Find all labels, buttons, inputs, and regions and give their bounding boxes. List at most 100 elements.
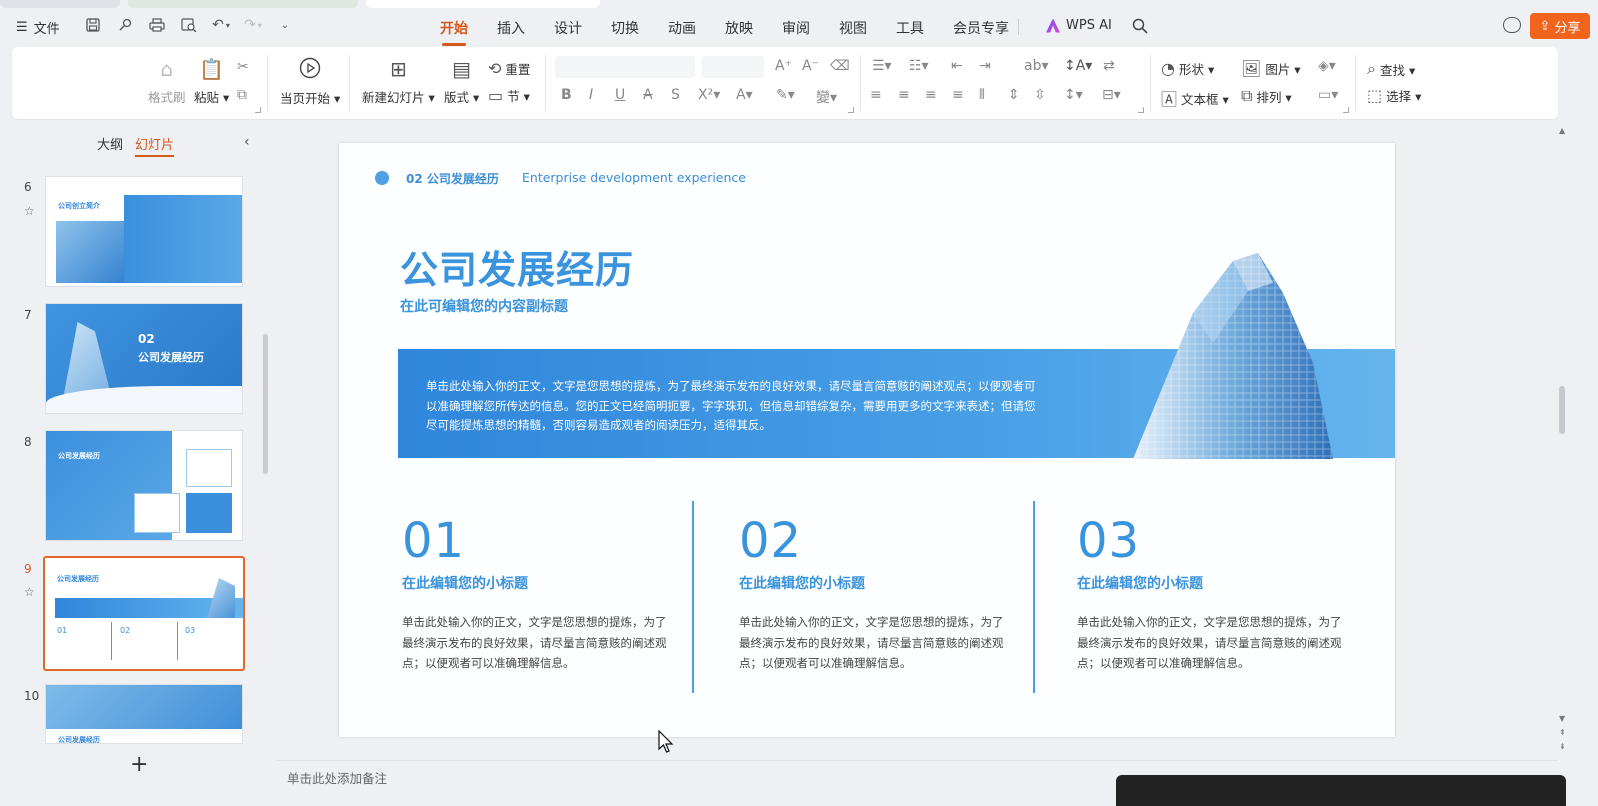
tab-tools[interactable]: 工具 (896, 18, 924, 44)
distributed-icon[interactable]: ⫴ (979, 87, 985, 103)
decrease-indent-icon[interactable]: ⇤ (951, 58, 963, 74)
tab-insert[interactable]: 插入 (497, 18, 525, 44)
slide-thumbnail-6[interactable]: 公司创立简介 (45, 176, 243, 287)
slide-title[interactable]: 公司发展经历 (400, 239, 634, 294)
tab-view[interactable]: 视图 (839, 18, 867, 44)
font-size-select[interactable] (702, 56, 764, 78)
tab-animations[interactable]: 动画 (668, 18, 696, 44)
font-family-select[interactable] (555, 56, 695, 78)
add-slide-button[interactable]: + (130, 752, 148, 777)
tab-design[interactable]: 设计 (554, 18, 582, 44)
clipboard-group-launcher-icon[interactable] (255, 107, 261, 113)
slide-subtitle[interactable]: 在此可编辑您的内容副标题 (400, 296, 568, 316)
redo-icon[interactable]: ↷ ▾ (244, 16, 262, 34)
slide-thumbnail-9-current[interactable]: 公司发展经历 01 02 03 (43, 556, 245, 671)
column-1[interactable]: 01 在此编辑您的小标题 单击此处输入你的正文，文字是您思想的提炼，为了最终演示… (402, 513, 672, 674)
tab-review[interactable]: 审阅 (782, 18, 810, 44)
paste-button[interactable]: 📋 粘贴 ▾ (194, 57, 229, 106)
font-color-icon[interactable]: A▾ (736, 87, 753, 103)
star-icon[interactable]: ☆ (24, 204, 35, 218)
paragraph-group-launcher-icon[interactable] (1138, 107, 1144, 113)
underline-icon[interactable]: U (615, 87, 625, 103)
decrease-font-icon[interactable]: A⁻ (802, 58, 819, 74)
print-preview-icon[interactable] (180, 16, 198, 34)
format-painter-quick-icon[interactable] (116, 16, 134, 34)
section-english-label[interactable]: Enterprise development experience (522, 170, 746, 185)
font-group-launcher-icon[interactable] (848, 107, 854, 113)
copy-icon[interactable]: ⧉ (237, 87, 247, 103)
section-button[interactable]: ▭ 节 ▾ (488, 86, 530, 105)
cut-icon[interactable]: ✂ (237, 59, 249, 75)
tab-slides[interactable]: 幻灯片 (135, 134, 175, 157)
text-align-vertical-icon[interactable]: ↕A▾ (1064, 58, 1092, 74)
tab-home[interactable]: 开始 (440, 18, 468, 46)
vertical-scrollbar-thumb[interactable] (1559, 386, 1565, 434)
arrange-button[interactable]: ⧉ 排列 ▾ (1241, 86, 1292, 106)
strikethrough-icon[interactable]: A (643, 87, 653, 103)
text-direction-icon[interactable]: ab▾ (1024, 58, 1049, 74)
tab-transitions[interactable]: 切换 (611, 18, 639, 44)
scroll-up-icon[interactable]: ▲ (1559, 126, 1565, 135)
column-2[interactable]: 02 在此编辑您的小标题 单击此处输入你的正文，文字是您思想的提炼，为了最终演示… (739, 513, 1009, 674)
tab-slideshow[interactable]: 放映 (725, 18, 753, 44)
highlight-icon[interactable]: ✎▾ (776, 87, 795, 103)
slide-thumbnail-7[interactable]: 02 公司发展经历 (45, 303, 243, 414)
wps-ai-button[interactable]: WPS AI (1046, 18, 1112, 33)
italic-icon[interactable]: I (589, 87, 593, 103)
collapse-panel-icon[interactable]: ‹ (244, 134, 250, 150)
share-button[interactable]: ⇪ 分享 (1530, 13, 1590, 39)
justify-icon[interactable]: ≡ (952, 87, 964, 103)
bold-icon[interactable]: B (561, 87, 572, 103)
align-left-icon[interactable]: ≡ (870, 87, 882, 103)
align-right-icon[interactable]: ≡ (925, 87, 937, 103)
print-icon[interactable] (148, 16, 166, 34)
new-slide-button[interactable]: ⊞ 新建幻灯片 ▾ (362, 57, 435, 106)
shape-button[interactable]: ◔ 形状 ▾ (1161, 59, 1214, 78)
shadow-icon[interactable]: S (671, 87, 680, 103)
numbering-icon[interactable]: ☷▾ (909, 58, 929, 74)
fill-icon[interactable]: ◈▾ (1318, 58, 1336, 74)
increase-font-icon[interactable]: A⁺ (775, 58, 792, 74)
select-button[interactable]: ⬚ 选择 ▾ (1367, 86, 1421, 105)
convert-smartart-icon[interactable]: ⇄ (1103, 58, 1115, 74)
banner-body-text[interactable]: 单击此处输入你的正文，文字是您思想的提炼，为了最终演示发布的良好效果，请尽量言简… (426, 377, 1046, 436)
outline-icon[interactable]: ▭▾ (1318, 87, 1338, 103)
customize-toolbar-icon[interactable]: ⌄ (276, 16, 294, 34)
bullets-icon[interactable]: ☰▾ (872, 58, 892, 74)
section-label[interactable]: 02 公司发展经历 (406, 170, 499, 187)
notes-placeholder[interactable]: 单击此处添加备注 (287, 768, 387, 787)
panel-scrollbar[interactable] (263, 334, 268, 474)
file-menu[interactable]: ☰ 文件 (16, 18, 60, 37)
drawing-group-launcher-icon[interactable] (1343, 107, 1349, 113)
textbox-button[interactable]: 🄰 文本框 ▾ (1161, 86, 1229, 110)
skyscraper-image[interactable] (1083, 253, 1395, 459)
text-box-align-icon[interactable]: ⊟▾ (1102, 87, 1121, 103)
align-center-icon[interactable]: ≡ (898, 87, 910, 103)
doc-tab[interactable] (0, 0, 120, 8)
superscript-icon[interactable]: X²▾ (698, 87, 720, 103)
slide-thumbnail-8[interactable]: 公司发展经历 (45, 430, 243, 541)
columns-icon[interactable]: ↕▾ (1064, 87, 1083, 103)
character-spacing-icon[interactable]: 變▾ (816, 87, 837, 107)
save-icon[interactable] (84, 16, 102, 34)
search-icon[interactable] (1132, 18, 1148, 38)
paragraph-spacing-icon[interactable]: ⇳ (1034, 87, 1046, 103)
reset-button[interactable]: ⟲ 重置 (488, 59, 530, 78)
find-button[interactable]: ⌕ 查找 ▾ (1367, 59, 1415, 79)
play-from-current-button[interactable]: 当页开始 ▾ (280, 57, 340, 107)
increase-indent-icon[interactable]: ⇥ (979, 58, 991, 74)
format-painter-button[interactable]: ⌂ 格式刷 (148, 57, 186, 106)
layout-button[interactable]: ▤ 版式 ▾ (444, 57, 479, 106)
column-3[interactable]: 03 在此编辑您的小标题 单击此处输入你的正文，文字是您思想的提炼，为了最终演示… (1077, 513, 1347, 674)
tab-member[interactable]: 会员专享 (953, 18, 1009, 44)
doc-tab-active[interactable] (366, 0, 600, 8)
picture-button[interactable]: 🖼 图片 ▾ (1241, 59, 1301, 78)
line-spacing-icon[interactable]: ⇕ (1008, 87, 1020, 103)
slide-thumbnail-10[interactable]: 公司发展经历 (45, 684, 243, 744)
undo-icon[interactable]: ↶ ▾ (212, 16, 230, 34)
chat-icon[interactable] (1503, 17, 1521, 33)
star-icon[interactable]: ☆ (24, 585, 35, 599)
scroll-down-icon[interactable]: ▼ ⇞ ⇟ (1559, 712, 1566, 754)
clear-format-icon[interactable]: ⌫ (830, 58, 850, 74)
doc-tab[interactable] (128, 0, 358, 8)
